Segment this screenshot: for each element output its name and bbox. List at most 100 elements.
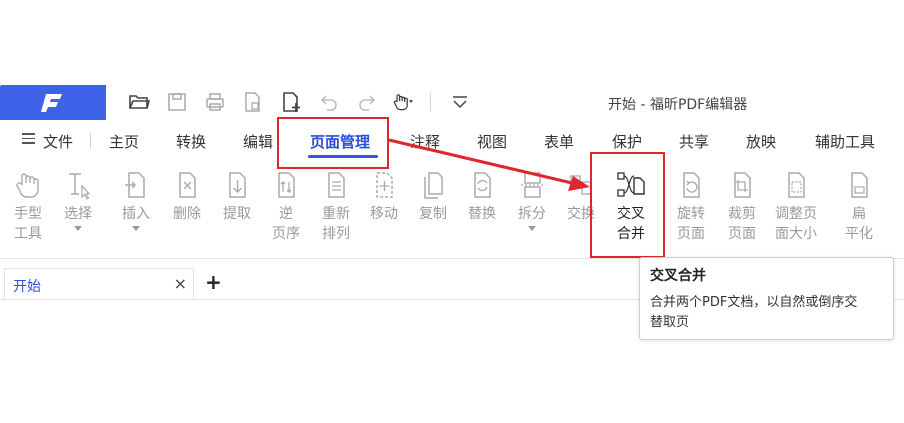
reorder-pages-button[interactable]: 重新 排列 — [316, 170, 356, 244]
close-tab-icon[interactable]: × — [174, 274, 187, 293]
hand-tool[interactable]: 手型 工具 — [6, 170, 50, 244]
select-tool-label: 选择 — [64, 206, 92, 222]
replace-page-button[interactable]: 替换 — [462, 170, 502, 224]
export-page-icon — [245, 92, 260, 112]
customize-toolbar-button[interactable] — [441, 88, 479, 116]
resize-pages-button[interactable]: 调整页 面大小 — [771, 170, 821, 244]
hand-tool-button[interactable] — [386, 88, 420, 116]
add-tab-icon[interactable]: + — [205, 270, 222, 294]
highlight-menu-page-management — [277, 117, 389, 169]
rotate-pages-button[interactable]: 旋转 页面 — [670, 170, 712, 244]
reverse-pages-button[interactable]: 逆 页序 — [266, 170, 306, 244]
copy-label: 复制 — [419, 206, 447, 222]
menu-share[interactable]: 共享 — [679, 131, 709, 152]
delete-page-button[interactable]: 删除 — [167, 170, 207, 224]
flatten-label-2: 平化 — [845, 226, 873, 242]
window-title: 开始 - 福昕PDF编辑器 — [608, 97, 748, 113]
menu-accessibility-tools[interactable]: 辅助工具 — [815, 131, 875, 152]
insert-page-icon — [125, 172, 145, 198]
copy-page-icon — [424, 172, 443, 199]
insert-dropdown-icon[interactable] — [132, 226, 140, 231]
copy-page-button[interactable]: 复制 — [413, 170, 453, 224]
undo-button[interactable] — [310, 88, 348, 116]
reverse-pages-icon — [278, 172, 295, 198]
menu-convert[interactable]: 转换 — [176, 131, 206, 152]
crop-label-2: 页面 — [728, 226, 756, 242]
print-button[interactable] — [196, 88, 234, 116]
crop-page-icon — [734, 172, 751, 198]
split-label: 拆分 — [518, 206, 546, 222]
export-page-button[interactable] — [234, 88, 272, 116]
open-folder-icon — [129, 95, 150, 109]
document-tab-title: 开始 — [13, 279, 41, 295]
resize-label-2: 面大小 — [775, 226, 817, 242]
undo-icon — [320, 95, 337, 111]
text-select-icon — [69, 173, 91, 200]
extract-label: 提取 — [223, 206, 251, 222]
insert-page-button[interactable]: 插入 — [116, 170, 156, 231]
replace-label: 替换 — [468, 206, 496, 222]
document-tab[interactable]: 开始 × — [4, 268, 194, 300]
reorder-label-2: 排列 — [322, 226, 350, 242]
delete-label: 删除 — [173, 206, 201, 222]
split-dropdown-icon[interactable] — [528, 226, 536, 231]
customize-dropdown-icon — [453, 96, 467, 109]
menu-slideshow[interactable]: 放映 — [746, 131, 776, 152]
menu-icon[interactable] — [22, 133, 35, 144]
tooltip-body-2: 替取页 — [650, 315, 690, 330]
hand-tool-label-2: 工具 — [14, 226, 42, 242]
crop-label: 裁剪 — [728, 206, 756, 222]
hand-icon — [16, 173, 39, 198]
app-logo[interactable] — [0, 85, 106, 120]
hand-tool-label: 手型 — [14, 206, 42, 222]
highlight-interleave-merge — [590, 152, 665, 258]
move-page-icon — [376, 172, 393, 198]
print-icon — [206, 93, 224, 111]
menu-edit[interactable]: 编辑 — [243, 131, 273, 152]
replace-page-icon — [474, 172, 491, 198]
insert-label: 插入 — [122, 206, 150, 222]
reorder-label: 重新 — [322, 206, 350, 222]
resize-page-icon — [788, 172, 805, 198]
flatten-icon — [851, 172, 868, 198]
tooltip-body: 合并两个PDF文档，以自然或倒序交 — [650, 295, 858, 310]
quickbar-divider — [430, 93, 431, 111]
reorder-pages-icon — [328, 172, 345, 198]
extract-page-button[interactable]: 提取 — [217, 170, 257, 224]
reverse-label: 逆 — [279, 206, 293, 222]
new-page-button[interactable] — [272, 88, 310, 116]
flatten-button[interactable]: 扁 平化 — [839, 170, 879, 244]
rotate-label-2: 页面 — [677, 226, 705, 242]
save-button[interactable] — [158, 88, 196, 116]
open-folder-button[interactable] — [120, 88, 158, 116]
menu-protect[interactable]: 保护 — [612, 131, 642, 152]
resize-label: 调整页 — [775, 206, 817, 222]
tooltip-title: 交叉合并 — [650, 268, 706, 284]
rotate-label: 旋转 — [677, 206, 705, 222]
delete-page-icon — [179, 172, 196, 198]
hand-tool-icon — [393, 94, 414, 111]
move-label: 移动 — [370, 206, 398, 222]
menu-form[interactable]: 表单 — [544, 131, 574, 152]
menu-file[interactable]: 文件 — [43, 131, 73, 152]
select-dropdown-icon[interactable] — [74, 226, 82, 231]
new-page-icon — [283, 92, 300, 112]
split-document-button[interactable]: 拆分 — [512, 170, 552, 231]
split-document-icon — [521, 172, 543, 198]
rotate-page-icon — [683, 172, 700, 198]
crop-pages-button[interactable]: 裁剪 页面 — [722, 170, 762, 244]
logo-icon — [41, 93, 62, 112]
flatten-label: 扁 — [852, 206, 866, 222]
menu-divider — [90, 133, 91, 149]
redo-button[interactable] — [348, 88, 386, 116]
reverse-label-2: 页序 — [272, 226, 300, 242]
extract-page-icon — [229, 172, 246, 198]
menu-home[interactable]: 主页 — [109, 131, 139, 152]
menu-comment[interactable]: 注释 — [410, 131, 440, 152]
select-tool[interactable]: 选择 — [58, 170, 98, 231]
menu-view[interactable]: 视图 — [477, 131, 507, 152]
quick-access-toolbar — [120, 88, 479, 116]
redo-icon — [359, 95, 376, 111]
move-page-button[interactable]: 移动 — [364, 170, 404, 224]
save-icon — [168, 93, 186, 111]
